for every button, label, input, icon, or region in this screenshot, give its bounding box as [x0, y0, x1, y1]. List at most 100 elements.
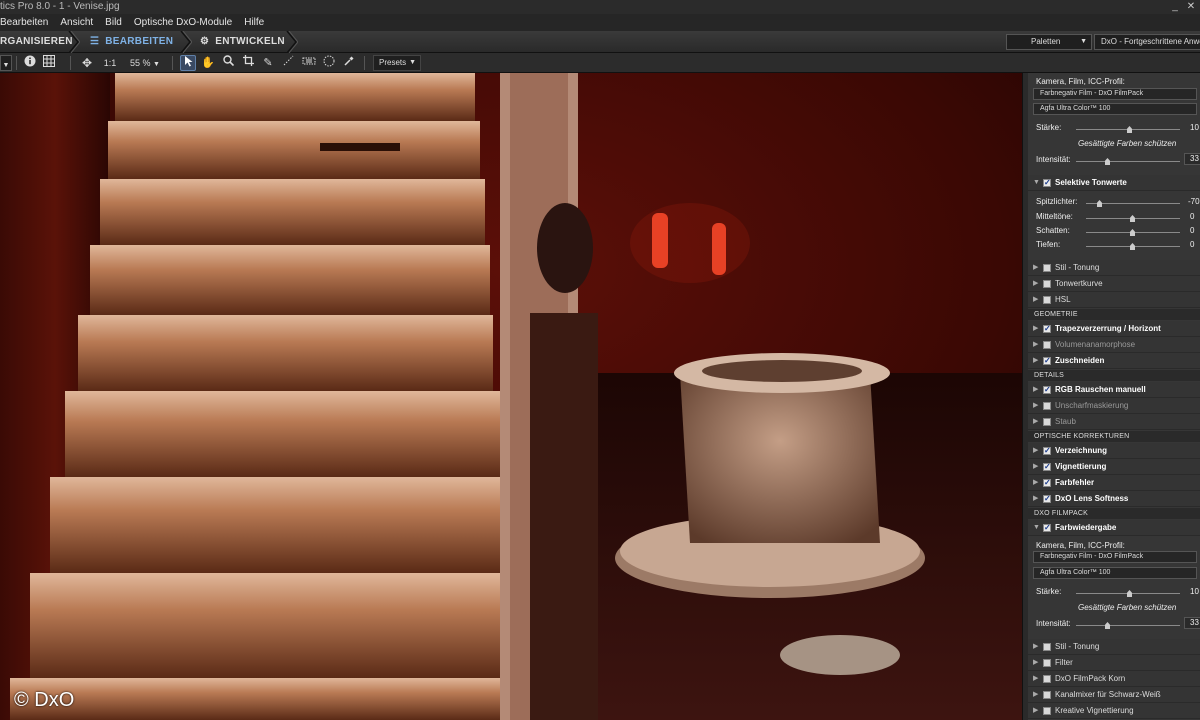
- collapsed-triangle-icon: ▶: [1033, 495, 1039, 502]
- chevron-down-icon: ▼: [1080, 38, 1087, 45]
- palette-kanalmixer[interactable]: ▶ Kanalmixer für Schwarz-Weiß: [1028, 687, 1200, 703]
- palette-volumenanamorphose[interactable]: ▶ Volumenanamorphose: [1028, 337, 1200, 353]
- tab-organisieren[interactable]: RGANISIEREN: [0, 31, 73, 53]
- midtones-slider-knob[interactable]: [1130, 215, 1135, 222]
- tab-bearbeiten[interactable]: ☰ BEARBEITEN: [90, 31, 173, 53]
- perspective-tool-icon[interactable]: [301, 55, 317, 71]
- strength-value[interactable]: 10: [1190, 123, 1199, 132]
- menu-hilfe[interactable]: Hilfe: [238, 14, 270, 31]
- midtones-value[interactable]: 0: [1190, 212, 1194, 221]
- palette-farbfehler[interactable]: ▶Farbfehler: [1028, 475, 1200, 491]
- section-details: DETAILS: [1028, 370, 1200, 381]
- palette-filter[interactable]: ▶ Filter: [1028, 655, 1200, 671]
- collapsed-triangle-icon: ▶: [1033, 325, 1039, 332]
- enable-checkbox[interactable]: [1043, 382, 1051, 398]
- toolbar-dropdown[interactable]: ▼: [0, 55, 12, 71]
- menu-optische-module[interactable]: Optische DxO-Module: [128, 14, 238, 31]
- info-icon[interactable]: [23, 55, 37, 71]
- palette-kreative-vignettierung[interactable]: ▶ Kreative Vignettierung: [1028, 703, 1200, 719]
- enable-checkbox[interactable]: [1043, 321, 1051, 337]
- workspace-dropdown[interactable]: DxO - Fortgeschrittene Anwe: [1094, 34, 1200, 50]
- enable-checkbox[interactable]: [1043, 659, 1051, 667]
- intensity-value[interactable]: 33: [1184, 153, 1200, 165]
- palette-trapezverzerrung[interactable]: ▶Trapezverzerrung / Horizont: [1028, 321, 1200, 337]
- intensity-slider-knob[interactable]: [1105, 622, 1110, 629]
- palette-stil-tonung-filmpack[interactable]: ▶ Stil - Tonung: [1028, 639, 1200, 655]
- crop-tool-icon[interactable]: [241, 55, 255, 71]
- intensity-slider-knob[interactable]: [1105, 158, 1110, 165]
- palette-vignettierung[interactable]: ▶Vignettierung: [1028, 459, 1200, 475]
- zoom-dropdown[interactable]: 55 % ▼: [128, 55, 162, 71]
- horizon-tool-icon[interactable]: [281, 55, 295, 71]
- strength-slider-knob[interactable]: [1127, 590, 1132, 597]
- eyedropper-tool-icon[interactable]: [342, 55, 356, 71]
- palette-rgb-rauschen[interactable]: ▶RGB Rauschen manuell: [1028, 382, 1200, 398]
- enable-checkbox[interactable]: [1043, 418, 1051, 426]
- palette-zuschneiden[interactable]: ▶Zuschneiden: [1028, 353, 1200, 369]
- enable-checkbox[interactable]: [1043, 491, 1051, 507]
- intensity-slider[interactable]: [1076, 625, 1180, 626]
- shadows-slider-knob[interactable]: [1130, 229, 1135, 236]
- enable-checkbox[interactable]: [1043, 459, 1051, 475]
- intensity-slider[interactable]: [1076, 161, 1180, 162]
- palette-filmpack-korn[interactable]: ▶ DxO FilmPack Korn: [1028, 671, 1200, 687]
- toolbar: ▼ ✥ 1:1 55 % ▼ ✋ ✎ Presets ▼: [0, 53, 1200, 73]
- enable-checkbox[interactable]: [1043, 475, 1051, 491]
- palette-staub[interactable]: ▶ Staub: [1028, 414, 1200, 430]
- close-icon[interactable]: ✕: [1184, 1, 1198, 12]
- hand-tool-icon[interactable]: ✋: [201, 55, 215, 71]
- enable-checkbox[interactable]: [1043, 264, 1051, 272]
- zoom-1to1-button[interactable]: 1:1: [100, 55, 120, 71]
- zoom-tool-icon[interactable]: [221, 55, 235, 71]
- shadows-value[interactable]: 0: [1190, 226, 1194, 235]
- enable-checkbox[interactable]: [1043, 707, 1051, 715]
- enable-checkbox[interactable]: [1043, 175, 1051, 191]
- blacks-value[interactable]: 0: [1190, 240, 1194, 249]
- camera-profile-label: Kamera, Film, ICC-Profil:: [1036, 77, 1125, 86]
- expanded-triangle-icon: ▼: [1033, 524, 1040, 531]
- select-tool-icon[interactable]: [180, 55, 196, 71]
- enable-checkbox[interactable]: [1043, 443, 1051, 459]
- palette-farbwiedergabe[interactable]: ▼Farbwiedergabe: [1028, 520, 1200, 536]
- strength-value[interactable]: 10: [1190, 587, 1199, 596]
- film-select[interactable]: Agfa Ultra Color™ 100: [1033, 567, 1197, 579]
- palette-verzeichnung[interactable]: ▶Verzeichnung: [1028, 443, 1200, 459]
- enable-checkbox[interactable]: [1043, 353, 1051, 369]
- enable-checkbox[interactable]: [1043, 402, 1051, 410]
- enable-checkbox[interactable]: [1043, 296, 1051, 304]
- enable-checkbox[interactable]: [1043, 675, 1051, 683]
- menu-ansicht[interactable]: Ansicht: [54, 14, 99, 31]
- brush-tool-icon[interactable]: ✎: [261, 55, 275, 71]
- enable-checkbox[interactable]: [1043, 691, 1051, 699]
- palette-unscharfmaskierung[interactable]: ▶ Unscharfmaskierung: [1028, 398, 1200, 414]
- repair-tool-icon[interactable]: [322, 55, 336, 71]
- palette-lens-softness[interactable]: ▶DxO Lens Softness: [1028, 491, 1200, 507]
- menu-bild[interactable]: Bild: [99, 14, 128, 31]
- camera-profile-select[interactable]: Farbnegativ Film - DxO FilmPack: [1033, 88, 1197, 100]
- intensity-value[interactable]: 33: [1184, 617, 1200, 629]
- tab-entwickeln[interactable]: ⚙ ENTWICKELN: [200, 31, 285, 53]
- protect-saturated-label: Gesättigte Farben schützen: [1078, 603, 1177, 612]
- strength-slider-knob[interactable]: [1127, 126, 1132, 133]
- highlights-value[interactable]: -70: [1188, 197, 1200, 206]
- presets-dropdown[interactable]: Presets ▼: [373, 55, 421, 71]
- image-canvas[interactable]: © DxO: [0, 73, 1022, 720]
- film-select[interactable]: Agfa Ultra Color™ 100: [1033, 103, 1197, 115]
- enable-checkbox[interactable]: [1043, 643, 1051, 651]
- enable-checkbox[interactable]: [1043, 520, 1051, 536]
- grid-icon[interactable]: [42, 55, 56, 71]
- palette-hsl[interactable]: ▶ HSL: [1028, 292, 1200, 308]
- move-icon[interactable]: ✥: [80, 55, 94, 71]
- palette-stil-tonung[interactable]: ▶ Stil - Tonung: [1028, 260, 1200, 276]
- palette-tonwertkurve[interactable]: ▶ Tonwertkurve: [1028, 276, 1200, 292]
- camera-profile-select[interactable]: Farbnegativ Film - DxO FilmPack: [1033, 551, 1197, 563]
- palettes-dropdown[interactable]: Paletten ▼: [1006, 34, 1092, 50]
- enable-checkbox[interactable]: [1043, 280, 1051, 288]
- strength-label: Stärke:: [1036, 587, 1062, 596]
- enable-checkbox[interactable]: [1043, 341, 1051, 349]
- blacks-slider-knob[interactable]: [1130, 243, 1135, 250]
- menu-bearbeiten[interactable]: Bearbeiten: [0, 14, 54, 31]
- palette-selektive-tonwerte[interactable]: ▼Selektive Tonwerte: [1028, 175, 1200, 191]
- highlights-slider-knob[interactable]: [1097, 200, 1102, 207]
- minimize-icon[interactable]: _: [1168, 1, 1182, 12]
